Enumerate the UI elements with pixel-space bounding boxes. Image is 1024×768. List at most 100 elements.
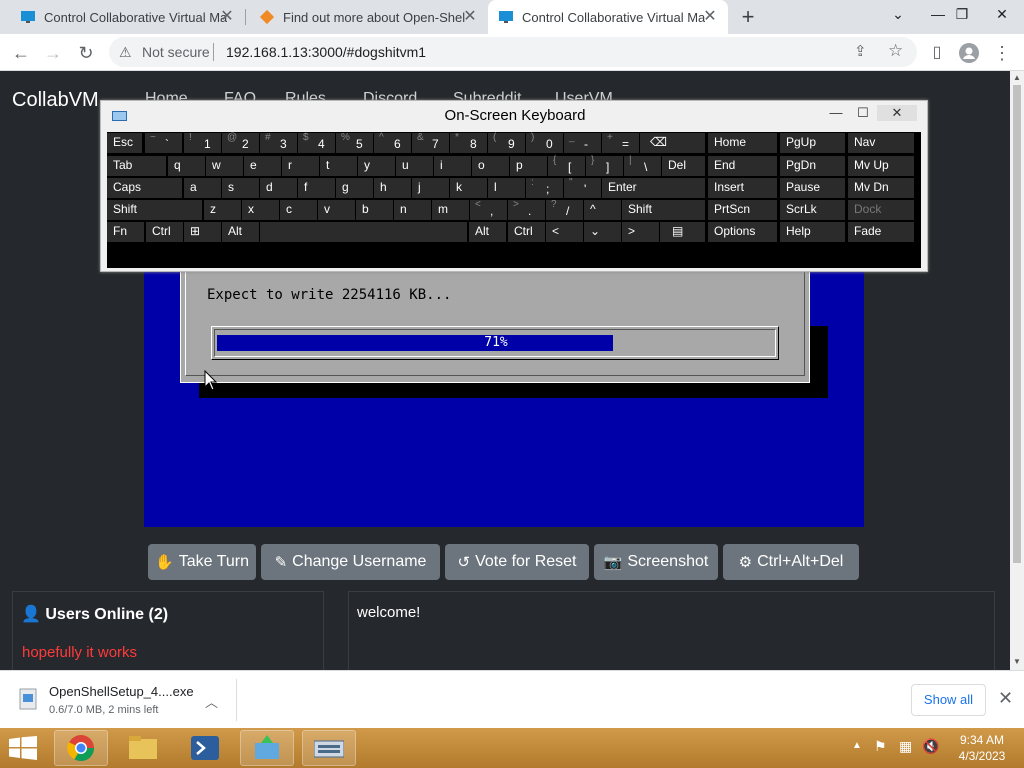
osk-key-u[interactable]: u [396,156,433,176]
menu-kebab-icon[interactable]: ⋮ [989,40,1015,66]
profile-avatar-icon[interactable] [956,40,982,66]
osk-key-enter[interactable]: Enter [602,178,705,198]
osk-key-insert[interactable]: Insert [708,178,777,198]
osk-key-pgdn[interactable]: PgDn [780,156,845,176]
osk-key-backspace[interactable]: ⌫ [640,133,705,153]
osk-key--[interactable]: _ - [564,132,601,153]
change-username-button[interactable]: ✎ Change Username [261,544,440,580]
osk-key-h[interactable]: h [374,178,411,198]
osk-key-w[interactable]: w [206,156,243,176]
osk-key-down-arrow[interactable]: ⌄ [584,222,621,242]
osk-key-v[interactable]: v [318,200,355,220]
osk-key-pgup[interactable]: PgUp [780,133,845,153]
address-bar[interactable]: ⚠ Not secure 192.168.1.13:3000/#dogshitv… [109,37,917,67]
osk-key-g[interactable]: g [336,178,373,198]
osk-key-shift[interactable]: Shift [622,200,705,220]
osk-key-0[interactable]: ) 0 [526,132,563,153]
network-icon[interactable]: ▦ [899,738,912,755]
osk-key-alt[interactable]: Alt [469,222,506,242]
taskbar-installer[interactable] [240,730,294,766]
osk-key-o[interactable]: o [472,156,509,176]
scroll-up-icon[interactable]: ▲ [1013,73,1021,82]
taskbar-explorer[interactable] [116,730,170,766]
osk-key-q[interactable]: q [168,156,205,176]
osk-key-=[interactable]: + = [602,132,639,153]
chevron-up-icon[interactable]: ︿ [205,692,218,711]
restore-icon[interactable]: ❐ [940,0,984,30]
scroll-thumb[interactable] [1013,85,1021,563]
action-center-flag-icon[interactable]: ⚑ [874,738,887,755]
osk-key-^[interactable]: ^ [584,200,621,220]
osk-key-z[interactable]: z [204,200,241,220]
osk-key-k[interactable]: k [450,178,487,198]
osk-key-ctrl[interactable]: Ctrl [508,222,545,242]
osk-key-mv-up[interactable]: Mv Up [848,156,914,176]
close-tab-icon[interactable]: ✕ [219,9,235,25]
osk-key-del[interactable]: Del [662,156,705,176]
osk-key-x[interactable]: x [242,200,279,220]
osk-key-windows[interactable]: ⊞ [184,222,221,242]
osk-key-<[interactable]: < [546,222,583,242]
osk-key-t[interactable]: t [320,156,357,176]
osk-key-menu[interactable]: ▤ [660,222,705,242]
window-close-icon[interactable]: ✕ [980,0,1024,30]
tray-expand-icon[interactable]: ▲ [852,740,862,751]
osk-key-shift[interactable]: Shift [107,200,202,220]
tab-open-shell[interactable]: Find out more about Open-Shell ✕ [245,0,488,34]
osk-key-i[interactable]: i [434,156,471,176]
osk-key-r[interactable]: r [282,156,319,176]
on-screen-keyboard-window[interactable]: On-Screen Keyboard — ☐ ✕ Esc ~ `! 1 @2 #3 $4% 5… [100,100,928,272]
osk-key-m[interactable]: m [432,200,469,220]
osk-key-;[interactable]: :; [526,177,563,198]
taskbar-powershell[interactable] [178,730,232,766]
osk-key-help[interactable]: Help [780,222,845,242]
osk-key-tab[interactable]: Tab [107,156,166,176]
osk-maximize-icon[interactable]: ☐ [850,105,876,121]
osk-key-3[interactable]: #3 [260,132,297,153]
taskbar-osk[interactable] [302,730,356,766]
osk-key-l[interactable]: l [488,178,525,198]
osk-key-space[interactable] [260,222,467,242]
osk-key-prtscn[interactable]: PrtScn [708,200,777,220]
reload-icon[interactable]: ↻ [73,40,99,66]
tab-collabvm-active[interactable]: Control Collaborative Virtual Ma ✕ [488,0,728,34]
osk-key-fade[interactable]: Fade [848,222,914,242]
osk-key->[interactable]: > [622,222,659,242]
osk-key-9[interactable]: (9 [488,132,525,153]
osk-key-s[interactable]: s [222,178,259,198]
osk-key-home[interactable]: Home [708,133,777,153]
close-download-bar-icon[interactable]: ✕ [998,688,1013,709]
osk-key-/[interactable]: ? / [546,199,583,220]
forward-icon[interactable]: → [40,40,66,66]
osk-key-y[interactable]: y [358,156,395,176]
windows-start-icon[interactable] [9,736,37,760]
scroll-down-icon[interactable]: ▼ [1013,657,1021,666]
site-brand[interactable]: CollabVM [12,89,99,112]
tab-search-icon[interactable]: ⌄ [876,0,920,30]
osk-key-d[interactable]: d [260,178,297,198]
side-panel-icon[interactable]: ▯ [924,40,950,66]
taskbar-chrome[interactable] [54,730,108,766]
osk-key-5[interactable]: % 5 [336,132,373,153]
osk-key-nav[interactable]: Nav [848,133,914,153]
page-scrollbar[interactable]: ▲ ▼ [1010,71,1024,670]
osk-key-pause[interactable]: Pause [780,178,845,198]
osk-key-mv-dn[interactable]: Mv Dn [848,178,914,198]
take-turn-button[interactable]: ✋ Take Turn [148,544,256,580]
osk-key-esc[interactable]: Esc [107,133,142,153]
osk-key-][interactable]: }] [586,155,623,176]
share-icon[interactable]: ⇪ [854,42,867,60]
new-tab-button[interactable]: + [735,4,761,30]
osk-key-e[interactable]: e [244,156,281,176]
osk-key-ctrl[interactable]: Ctrl [146,222,183,242]
osk-key-.[interactable]: >. [508,199,545,220]
osk-key-8[interactable]: * 8 [450,132,487,153]
osk-key-j[interactable]: j [412,178,449,198]
osk-key-6[interactable]: ^ 6 [374,132,411,153]
osk-key-b[interactable]: b [356,200,393,220]
bookmark-star-icon[interactable]: ☆ [888,41,903,61]
osk-key-,[interactable]: <, [470,199,507,220]
osk-key-1[interactable]: ! 1 [184,132,221,153]
system-clock[interactable]: 9:34 AM 4/3/2023 [952,732,1012,764]
download-filename[interactable]: OpenShellSetup_4....exe [49,684,194,699]
